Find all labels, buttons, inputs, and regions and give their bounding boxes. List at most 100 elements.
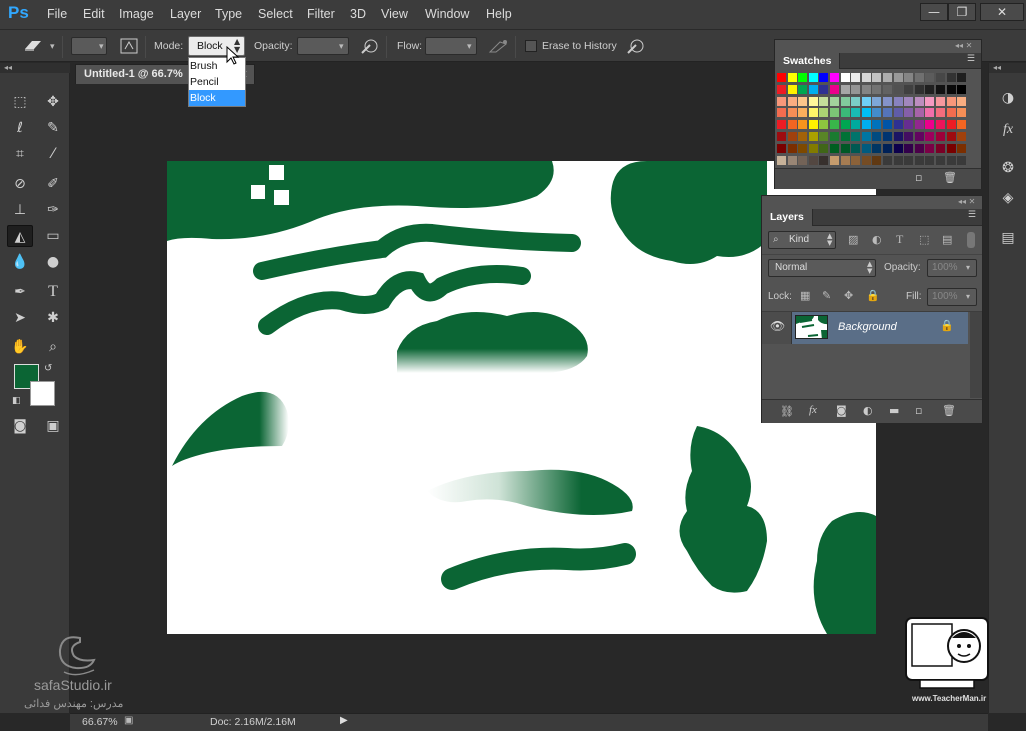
- status-arrow-icon[interactable]: ▶: [340, 715, 348, 726]
- swatch-cell[interactable]: [798, 132, 808, 141]
- swap-colors-icon[interactable]: ↺: [44, 363, 52, 374]
- swatch-cell[interactable]: [936, 155, 945, 165]
- new-swatch-icon[interactable]: ▫: [915, 171, 922, 184]
- swatch-cell[interactable]: [925, 155, 935, 165]
- swatch-cell[interactable]: [787, 120, 797, 130]
- menu-type[interactable]: Type: [215, 7, 242, 21]
- swatch-cell[interactable]: [883, 132, 892, 141]
- swatch-cell[interactable]: [872, 120, 882, 130]
- default-colors-icon[interactable]: ◧: [12, 396, 21, 406]
- panel-collapse-icon[interactable]: ◂◂ ✕: [958, 197, 975, 206]
- swatch-cell[interactable]: [798, 120, 808, 130]
- erase-to-history-checkbox[interactable]: [525, 40, 537, 52]
- swatch-cell[interactable]: [914, 96, 924, 106]
- restore-button[interactable]: ❐: [948, 3, 976, 21]
- status-menu-icon[interactable]: ▣: [124, 715, 133, 726]
- swatch-cell[interactable]: [777, 120, 786, 130]
- clone-stamp-icon[interactable]: ⊥: [7, 199, 33, 221]
- blur-icon[interactable]: 💧: [7, 251, 33, 273]
- lasso-icon[interactable]: ℓ: [7, 117, 33, 139]
- swatch-cell[interactable]: [861, 132, 871, 141]
- swatch-cell[interactable]: [851, 120, 861, 130]
- swatch-cell[interactable]: [946, 84, 956, 94]
- swatch-cell[interactable]: [893, 108, 903, 118]
- lock-image-icon[interactable]: ✎: [822, 289, 831, 302]
- swatch-cell[interactable]: [925, 120, 935, 130]
- swatch-cell[interactable]: [830, 84, 839, 94]
- swatch-cell[interactable]: [936, 132, 945, 141]
- zoom-level[interactable]: 66.67%: [82, 716, 118, 728]
- swatch-cell[interactable]: [777, 108, 786, 118]
- swatch-cell[interactable]: [883, 143, 892, 153]
- swatch-cell[interactable]: [787, 96, 797, 106]
- swatch-cell[interactable]: [787, 132, 797, 141]
- swatch-cell[interactable]: [798, 84, 808, 94]
- tools-collapse-icon[interactable]: ◂◂: [0, 63, 70, 73]
- swatch-cell[interactable]: [830, 96, 839, 106]
- mode-option-block[interactable]: Block: [189, 90, 245, 106]
- swatch-cell[interactable]: [893, 132, 903, 141]
- menu-window[interactable]: Window: [425, 7, 469, 21]
- swatch-cell[interactable]: [861, 143, 871, 153]
- swatch-cell[interactable]: [787, 84, 797, 94]
- swatch-cell[interactable]: [830, 108, 839, 118]
- swatch-cell[interactable]: [893, 120, 903, 130]
- swatch-cell[interactable]: [798, 96, 808, 106]
- swatch-cell[interactable]: [830, 73, 839, 82]
- swatch-cell[interactable]: [861, 84, 871, 94]
- swatch-cell[interactable]: [925, 143, 935, 153]
- screen-mode-icon[interactable]: ▣: [40, 415, 66, 437]
- swatch-cell[interactable]: [872, 132, 882, 141]
- delete-layer-icon[interactable]: 🗑: [942, 404, 956, 417]
- swatch-cell[interactable]: [851, 108, 861, 118]
- visibility-eye-icon[interactable]: 👁: [770, 319, 785, 333]
- swatch-cell[interactable]: [819, 96, 829, 106]
- swatch-cell[interactable]: [787, 73, 797, 82]
- panel-menu-icon[interactable]: ☰: [968, 210, 976, 220]
- swatch-cell[interactable]: [872, 84, 882, 94]
- swatch-cell[interactable]: [957, 84, 967, 94]
- swatch-cell[interactable]: [840, 120, 850, 130]
- healing-brush-icon[interactable]: ⊘: [7, 173, 33, 195]
- filter-adjustment-icon[interactable]: ◐: [872, 233, 882, 246]
- menu-select[interactable]: Select: [258, 7, 293, 21]
- add-mask-icon[interactable]: ◙: [836, 404, 847, 417]
- swatch-cell[interactable]: [914, 73, 924, 82]
- swatch-cell[interactable]: [893, 155, 903, 165]
- menu-image[interactable]: Image: [119, 7, 154, 21]
- lock-all-icon[interactable]: 🔒: [866, 289, 880, 302]
- swatch-cell[interactable]: [808, 155, 818, 165]
- swatch-cell[interactable]: [883, 108, 892, 118]
- minimize-button[interactable]: —: [920, 3, 948, 21]
- swatch-cell[interactable]: [872, 155, 882, 165]
- pressure-opacity-icon[interactable]: [360, 37, 380, 55]
- swatch-cell[interactable]: [946, 120, 956, 130]
- swatch-cell[interactable]: [872, 108, 882, 118]
- swatch-cell[interactable]: [777, 73, 786, 82]
- swatch-cell[interactable]: [936, 120, 945, 130]
- swatch-cell[interactable]: [904, 108, 914, 118]
- swatch-cell[interactable]: [787, 143, 797, 153]
- swatch-cell[interactable]: [914, 155, 924, 165]
- swatch-cell[interactable]: [872, 73, 882, 82]
- filter-toggle[interactable]: [967, 232, 975, 248]
- swatch-cell[interactable]: [883, 84, 892, 94]
- paths-panel-icon[interactable]: ◈: [997, 187, 1019, 209]
- gradient-icon[interactable]: ▭: [40, 225, 66, 247]
- swatch-cell[interactable]: [925, 108, 935, 118]
- swatch-cell[interactable]: [777, 155, 786, 165]
- lock-position-icon[interactable]: ✥: [844, 289, 853, 302]
- airbrush-icon[interactable]: [488, 38, 510, 54]
- history-brush-icon[interactable]: ✑: [40, 199, 66, 221]
- menu-layer[interactable]: Layer: [170, 7, 201, 21]
- swatch-cell[interactable]: [957, 120, 967, 130]
- opacity-chevron-icon[interactable]: ▾: [339, 42, 344, 52]
- swatch-cell[interactable]: [861, 73, 871, 82]
- menu-filter[interactable]: Filter: [307, 7, 335, 21]
- swatch-cell[interactable]: [925, 96, 935, 106]
- quick-mask-icon[interactable]: ◙: [7, 415, 33, 437]
- channels-panel-icon[interactable]: ❂: [997, 157, 1019, 179]
- layer-style-icon[interactable]: fx: [809, 404, 817, 416]
- swatch-cell[interactable]: [893, 73, 903, 82]
- move-icon[interactable]: ✥: [40, 91, 66, 113]
